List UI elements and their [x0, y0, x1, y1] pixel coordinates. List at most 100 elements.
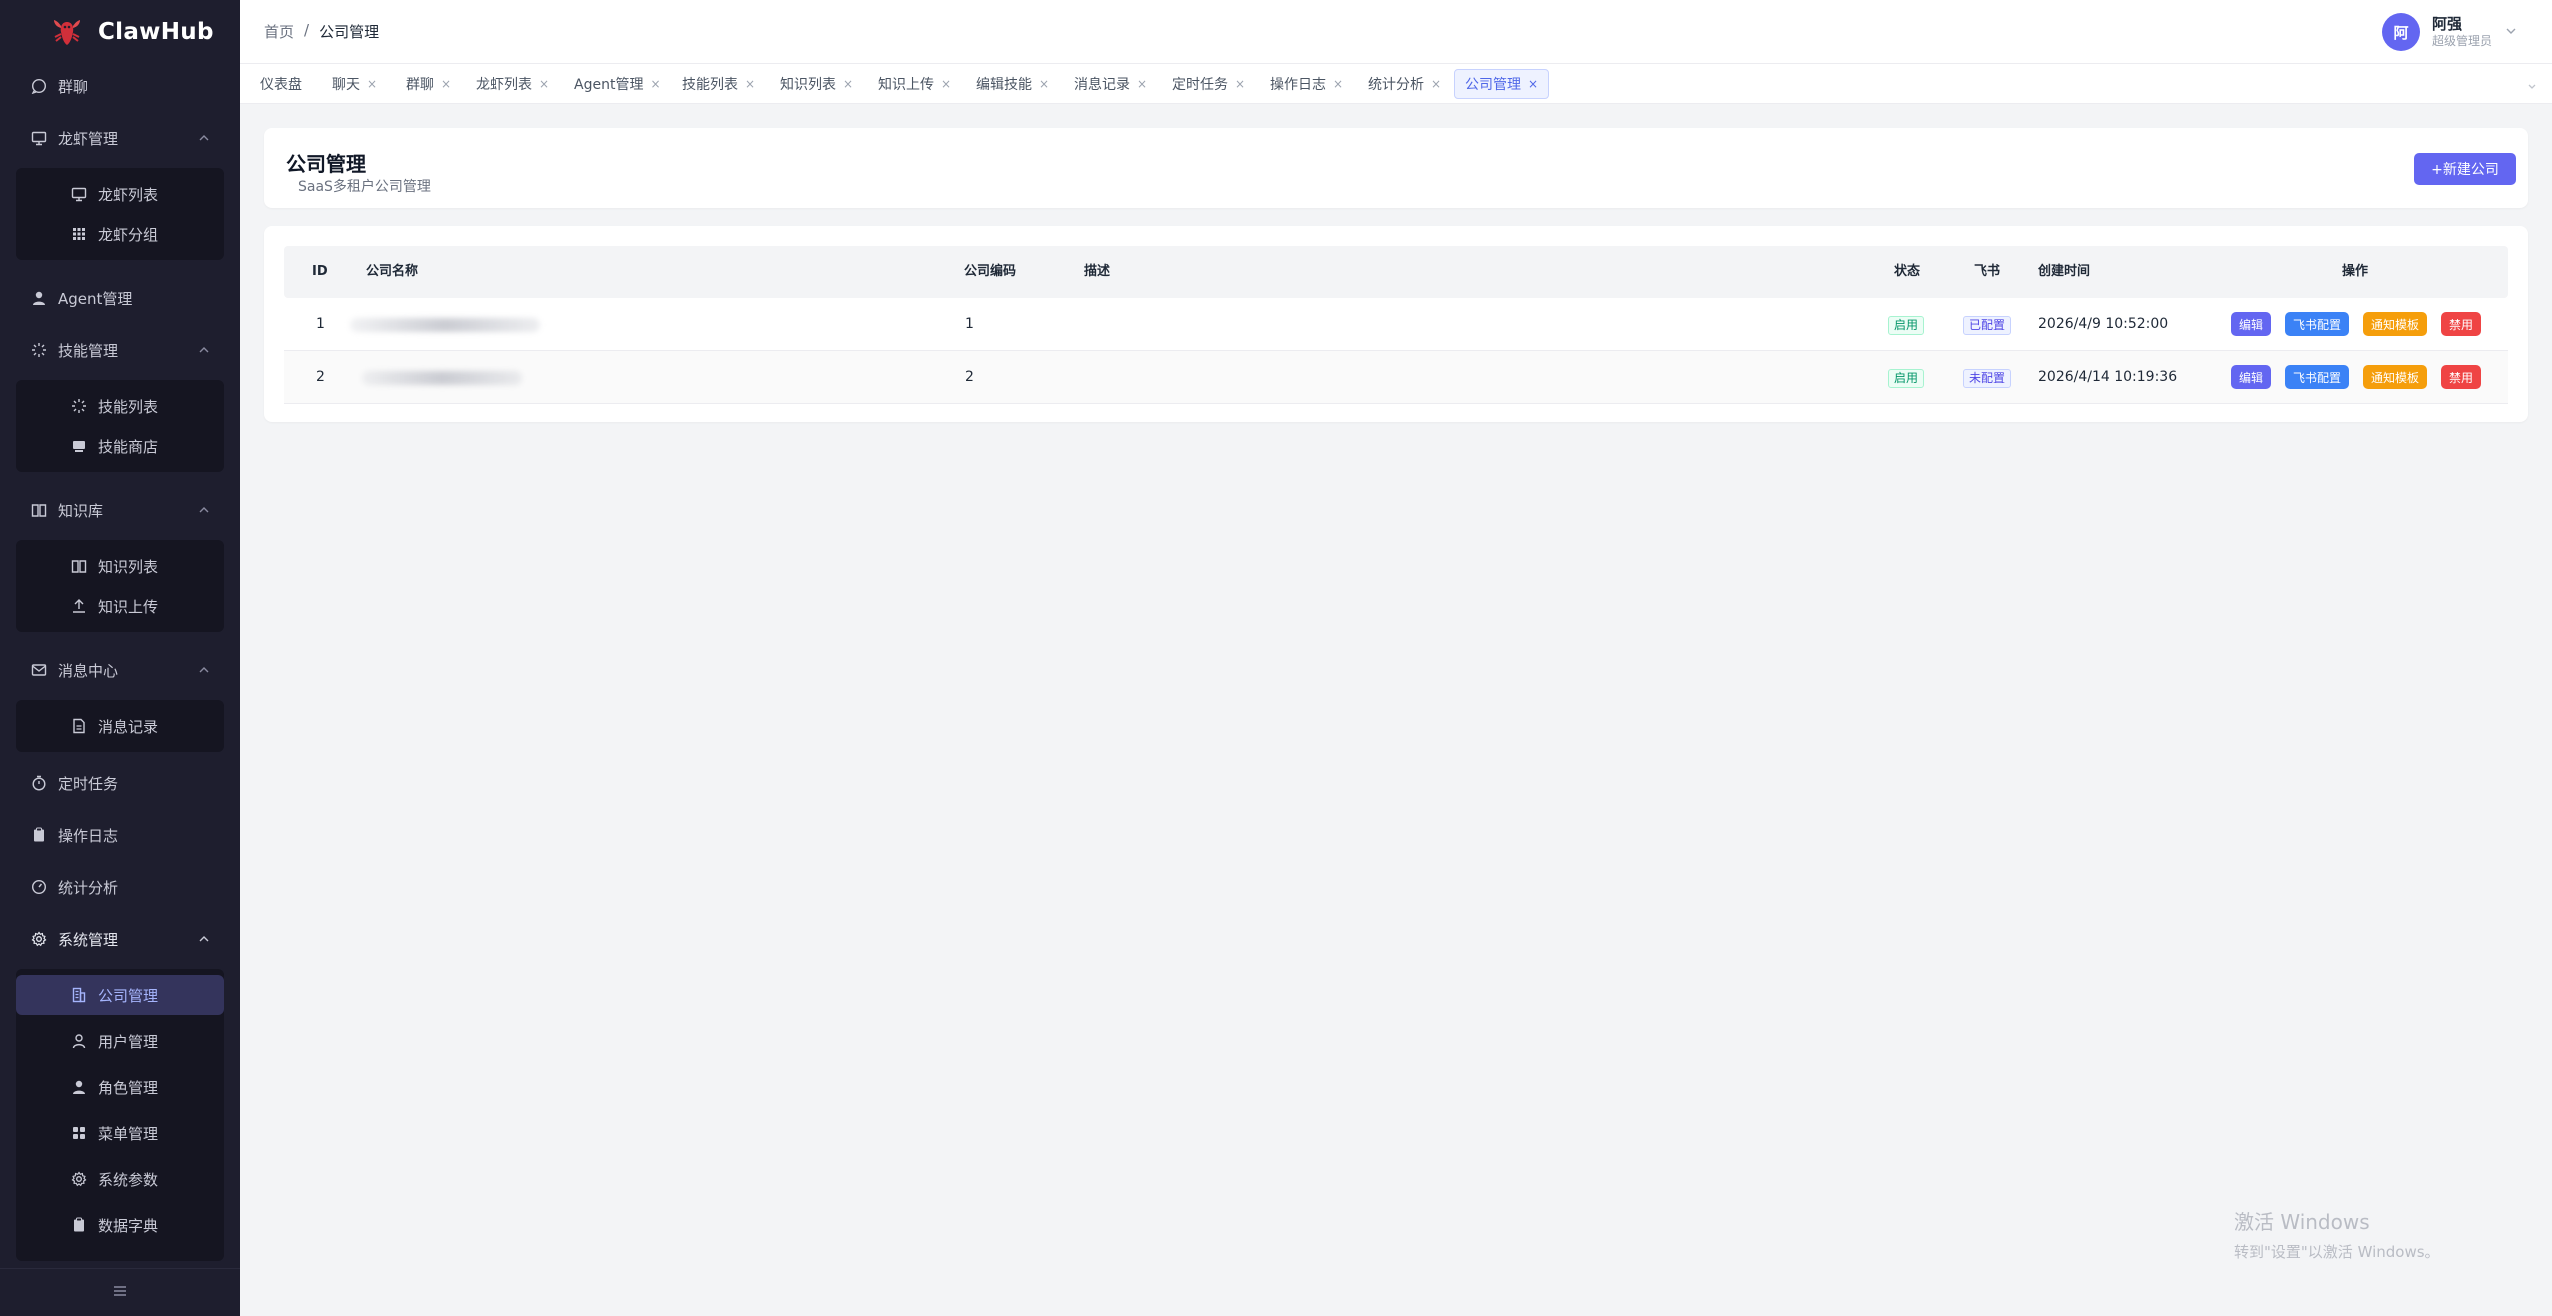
logo[interactable]: ClawHub	[0, 0, 240, 64]
breadcrumb-home[interactable]: 首页	[264, 21, 294, 42]
clipboard-icon	[70, 1216, 88, 1234]
cell-code: 1	[965, 316, 974, 332]
sidebar-item-message-records[interactable]: 消息记录	[16, 706, 224, 746]
tab-label: 仪表盘	[260, 77, 302, 93]
close-icon[interactable]: ×	[441, 77, 451, 91]
user-menu[interactable]: 阿 阿强 超级管理员	[2381, 13, 2518, 51]
book-icon	[30, 501, 48, 519]
tab-bar: 仪表盘 聊天 × 群聊 × 龙虾列表 × Agent管理 × 技能列表 × 知识列表 × 知…	[240, 64, 2552, 104]
notify-template-button[interactable]: 通知模板	[2363, 312, 2428, 336]
sparkle-icon	[70, 397, 88, 415]
tab-knowledge-upload[interactable]: 知识上传 ×	[868, 69, 961, 99]
disable-button[interactable]: 禁用	[2441, 312, 2482, 336]
feishu-config-button[interactable]: 飞书配置	[2285, 312, 2350, 336]
sidebar-item-message-center[interactable]: 消息中心	[16, 650, 224, 690]
avatar: 阿	[2381, 13, 2420, 51]
sidebar-item-role-management[interactable]: 角色管理	[16, 1067, 224, 1107]
sidebar-item-operation-logs[interactable]: 操作日志	[16, 815, 224, 855]
new-company-button[interactable]: +新建公司	[2414, 153, 2516, 185]
chevron-up-icon	[196, 502, 212, 518]
edit-button[interactable]: 编辑	[2231, 365, 2272, 389]
sidebar-item-data-dictionary[interactable]: 数据字典	[16, 1205, 224, 1245]
notify-template-button[interactable]: 通知模板	[2363, 365, 2428, 389]
tab-label: 操作日志	[1270, 77, 1326, 93]
sidebar-item-label: 菜单管理	[98, 1124, 159, 1143]
sidebar-item-lobster-group[interactable]: 龙虾分组	[16, 214, 224, 254]
tab-company-management[interactable]: 公司管理 ×	[1454, 69, 1550, 99]
sidebar-item-label: 技能列表	[98, 397, 159, 416]
chevron-down-icon	[2504, 23, 2518, 42]
tab-lobster-list[interactable]: 龙虾列表 ×	[466, 69, 559, 99]
sidebar-item-label: 数据字典	[98, 1216, 159, 1235]
close-icon[interactable]: ×	[650, 77, 660, 91]
sidebar-item-company-management[interactable]: 公司管理	[16, 975, 224, 1015]
sidebar-item-knowledge-list[interactable]: 知识列表	[16, 546, 224, 586]
sidebar-item-lobster-management[interactable]: 龙虾管理	[16, 118, 224, 158]
sidebar-item-agent-management[interactable]: Agent管理	[16, 278, 224, 318]
close-icon[interactable]: ×	[1137, 77, 1147, 91]
user-icon	[30, 289, 48, 307]
close-icon[interactable]: ×	[745, 77, 755, 91]
tab-knowledge-list[interactable]: 知识列表 ×	[770, 69, 863, 99]
store-icon	[70, 437, 88, 455]
table-header: ID 公司名称 公司编码 描述 状态 飞书 创建时间 操作	[284, 246, 2508, 298]
sidebar-collapse-button[interactable]	[0, 1268, 240, 1316]
tab-dashboard[interactable]: 仪表盘	[250, 69, 312, 99]
close-icon[interactable]: ×	[1235, 77, 1245, 91]
close-icon[interactable]: ×	[1431, 77, 1441, 91]
column-header-created: 创建时间	[2038, 264, 2091, 279]
tab-group-chat[interactable]: 群聊 ×	[396, 69, 461, 99]
tab-label: Agent管理	[574, 77, 644, 93]
close-icon[interactable]: ×	[367, 77, 377, 91]
sidebar-item-statistics[interactable]: 统计分析	[16, 867, 224, 907]
column-header-code: 公司编码	[964, 264, 1017, 279]
mail-icon	[30, 661, 48, 679]
tab-agent-management[interactable]: Agent管理 ×	[564, 69, 671, 99]
tab-label: 群聊	[406, 77, 434, 93]
tab-chat[interactable]: 聊天 ×	[322, 69, 387, 99]
tab-edit-skill[interactable]: 编辑技能 ×	[966, 69, 1059, 99]
sidebar-item-menu-management[interactable]: 菜单管理	[16, 1113, 224, 1153]
chevron-up-icon	[196, 130, 212, 146]
user-icon	[70, 1078, 88, 1096]
close-icon[interactable]: ×	[1333, 77, 1343, 91]
sidebar-item-skill-list[interactable]: 技能列表	[16, 386, 224, 426]
lobster-submenu: 龙虾列表 龙虾分组	[16, 168, 224, 260]
tab-statistics[interactable]: 统计分析 ×	[1358, 69, 1451, 99]
edit-button[interactable]: 编辑	[2231, 312, 2272, 336]
close-icon[interactable]: ×	[941, 77, 951, 91]
tab-skill-list[interactable]: 技能列表 ×	[672, 69, 765, 99]
company-table-card: ID 公司名称 公司编码 描述 状态 飞书 创建时间 操作 1 1 启用 已配置…	[264, 226, 2528, 422]
close-icon[interactable]: ×	[1528, 77, 1538, 91]
cell-id: 2	[316, 369, 325, 385]
column-header-name: 公司名称	[366, 264, 419, 279]
sidebar-item-label: 消息记录	[98, 717, 159, 736]
sidebar-item-label: 知识库	[58, 501, 104, 520]
sidebar-item-lobster-list[interactable]: 龙虾列表	[16, 174, 224, 214]
close-icon[interactable]: ×	[1039, 77, 1049, 91]
sidebar-item-label: 知识列表	[98, 557, 159, 576]
tabs-more-chevron-icon[interactable]	[2526, 77, 2538, 96]
sidebar-item-scheduled-tasks[interactable]: 定时任务	[16, 763, 224, 803]
sidebar-item-knowledge-base[interactable]: 知识库	[16, 490, 224, 530]
tab-message-records[interactable]: 消息记录 ×	[1064, 69, 1157, 99]
book-icon	[70, 557, 88, 575]
feishu-config-button[interactable]: 飞书配置	[2285, 365, 2350, 389]
disable-button[interactable]: 禁用	[2441, 365, 2482, 389]
close-icon[interactable]: ×	[539, 77, 549, 91]
sidebar-item-group-chat[interactable]: 群聊	[16, 66, 224, 106]
sidebar-item-system-management[interactable]: 系统管理	[16, 919, 224, 959]
sidebar-item-user-management[interactable]: 用户管理	[16, 1021, 224, 1061]
cell-created: 2026/4/14 10:19:36	[2038, 369, 2178, 385]
knowledge-submenu: 知识列表 知识上传	[16, 540, 224, 632]
sidebar-item-knowledge-upload[interactable]: 知识上传	[16, 586, 224, 626]
close-icon[interactable]: ×	[843, 77, 853, 91]
chat-icon	[30, 77, 48, 95]
tab-operation-logs[interactable]: 操作日志 ×	[1260, 69, 1353, 99]
sidebar-item-skill-store[interactable]: 技能商店	[16, 426, 224, 466]
sidebar-item-skill-management[interactable]: 技能管理	[16, 330, 224, 370]
sidebar-item-label: 龙虾列表	[98, 185, 159, 204]
sidebar-item-system-params[interactable]: 系统参数	[16, 1159, 224, 1199]
tab-scheduled-tasks[interactable]: 定时任务 ×	[1162, 69, 1255, 99]
tab-label: 编辑技能	[976, 77, 1032, 93]
